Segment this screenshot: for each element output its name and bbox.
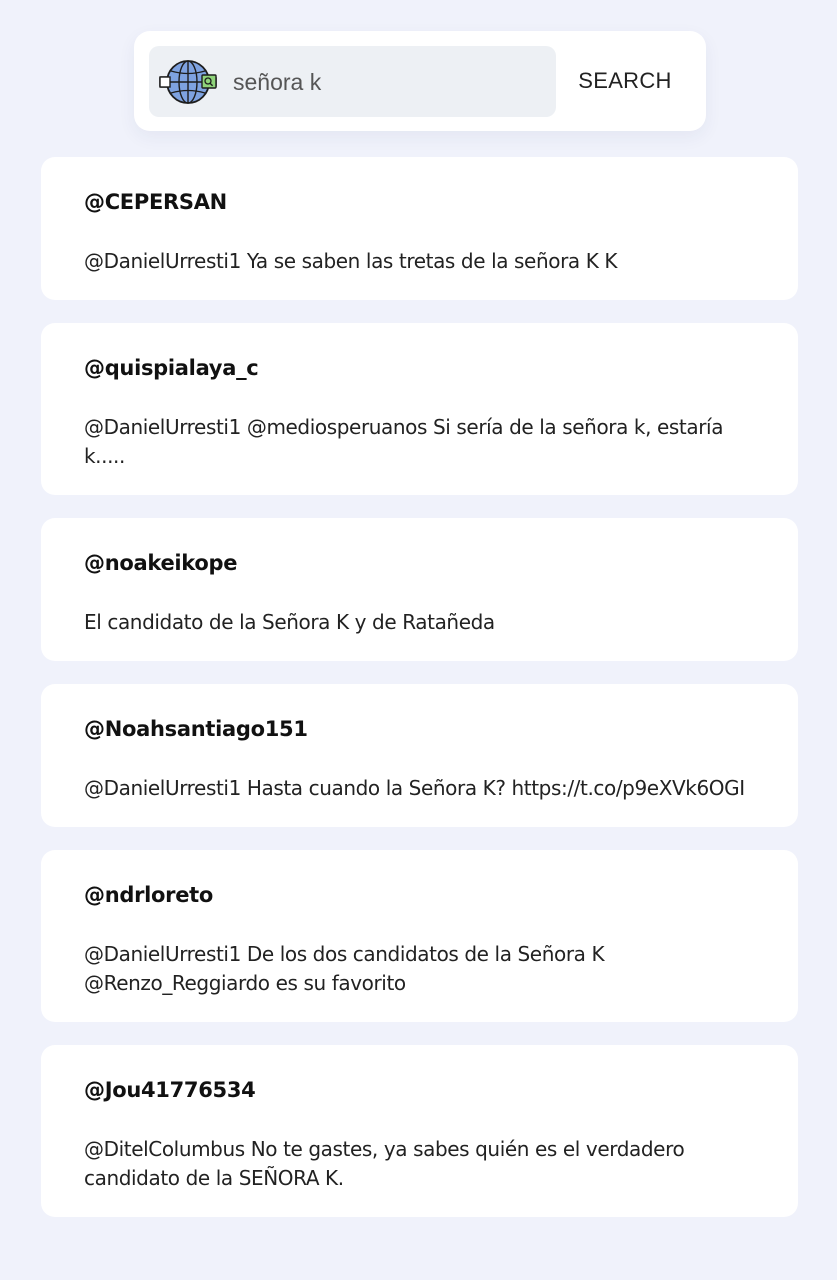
result-list: @CEPERSAN @DanielUrresti1 Ya se saben la… (41, 157, 798, 1240)
search-results-page: SEARCH @CEPERSAN @DanielUrresti1 Ya se s… (0, 0, 837, 1280)
search-bar: SEARCH (134, 31, 706, 131)
result-card: @noakeikope El candidato de la Señora K … (41, 518, 798, 661)
result-username: @noakeikope (84, 551, 238, 575)
result-text: @DanielUrresti1 Ya se saben las tretas d… (84, 249, 618, 273)
globe-search-icon (159, 58, 217, 106)
result-card: @Noahsantiago151 @DanielUrresti1 Hasta c… (41, 684, 798, 827)
result-card: @quispialaya_c @DanielUrresti1 @mediospe… (41, 323, 798, 495)
search-input[interactable] (233, 60, 543, 104)
result-text: @DanielUrresti1 Hasta cuando la Señora K… (84, 776, 745, 800)
result-username: @ndrloreto (84, 883, 214, 907)
result-text: @DanielUrresti1 De los dos candidatos de… (84, 942, 605, 995)
result-username: @CEPERSAN (84, 190, 227, 214)
search-box[interactable] (149, 46, 556, 117)
result-text: El candidato de la Señora K y de Ratañed… (84, 610, 495, 634)
result-text: @DitelColumbus No te gastes, ya sabes qu… (84, 1137, 685, 1190)
search-button[interactable]: SEARCH (566, 59, 684, 103)
result-card: @CEPERSAN @DanielUrresti1 Ya se saben la… (41, 157, 798, 300)
result-card: @ndrloreto @DanielUrresti1 De los dos ca… (41, 850, 798, 1022)
result-username: @Noahsantiago151 (84, 717, 308, 741)
result-username: @Jou41776534 (84, 1078, 256, 1102)
result-card: @Jou41776534 @DitelColumbus No te gastes… (41, 1045, 798, 1217)
result-username: @quispialaya_c (84, 356, 259, 380)
result-text: @DanielUrresti1 @mediosperuanos Si sería… (84, 415, 724, 468)
